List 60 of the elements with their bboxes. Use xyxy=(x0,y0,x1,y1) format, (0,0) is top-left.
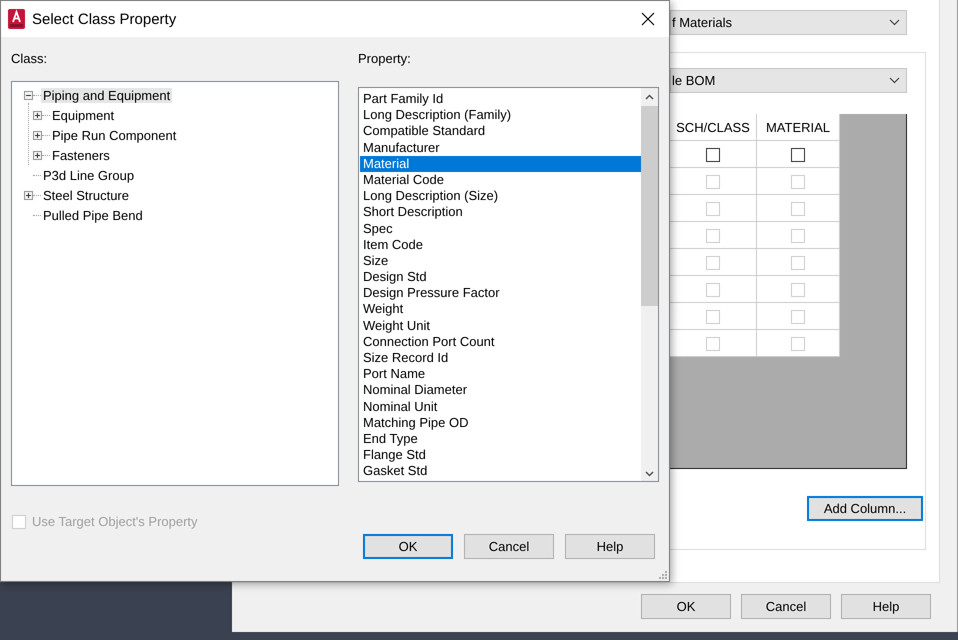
tree-item[interactable]: Fasteners xyxy=(50,148,112,162)
dropdown[interactable]: f Materials xyxy=(670,10,907,35)
list-item[interactable]: Item Code xyxy=(360,236,641,253)
field-label: Class: xyxy=(11,51,48,67)
list-item[interactable]: Compatible Standard xyxy=(360,123,641,140)
list-item[interactable]: Long Description (Family) xyxy=(360,107,641,124)
list-item[interactable]: Flange Std xyxy=(360,447,641,464)
tree-item[interactable]: Piping and Equipment xyxy=(41,88,172,102)
list-item[interactable]: Matching Pipe OD xyxy=(360,414,641,431)
field-label: Property: xyxy=(358,51,412,67)
list-item[interactable]: Port Name xyxy=(360,366,641,382)
list-item[interactable]: Spec xyxy=(360,220,641,237)
list-item[interactable]: Weight Unit xyxy=(360,318,641,334)
list-item[interactable]: Design Std xyxy=(360,269,641,286)
dialog-button[interactable]: Cancel xyxy=(741,594,831,619)
close-icon[interactable] xyxy=(641,12,655,26)
list-item[interactable]: Short Description xyxy=(360,204,641,220)
dialog-button[interactable]: Cancel xyxy=(464,534,554,559)
list-item[interactable]: Material Code xyxy=(360,172,641,188)
list-item[interactable]: Size Record Id xyxy=(360,350,641,366)
expand-icon[interactable] xyxy=(33,150,42,160)
list-item[interactable]: Nominal Unit xyxy=(360,398,641,415)
column-header: MATERIAL xyxy=(756,114,840,140)
collapse-icon[interactable] xyxy=(24,90,33,100)
scrollbar-thumb[interactable] xyxy=(641,106,658,306)
checkbox-label: Use Target Object's Property xyxy=(32,514,198,529)
list-item[interactable]: Weight xyxy=(360,301,641,318)
list-item[interactable]: Size xyxy=(360,252,641,270)
list-item[interactable]: Manufacturer xyxy=(360,140,641,156)
dialog-button[interactable]: OK xyxy=(641,594,731,619)
checkbox[interactable] xyxy=(706,148,720,162)
tree-item[interactable]: Pulled Pipe Bend xyxy=(41,208,145,222)
list-item[interactable]: Nominal Diameter xyxy=(360,382,641,399)
resize-grip-icon[interactable] xyxy=(658,570,667,579)
tree-item[interactable]: Pipe Run Component xyxy=(50,128,178,142)
dialog-button[interactable]: OK xyxy=(363,534,453,559)
expand-icon[interactable] xyxy=(24,190,33,200)
tree-item[interactable]: Steel Structure xyxy=(41,188,131,202)
checkbox[interactable] xyxy=(791,148,805,162)
list-item[interactable]: Gasket Std xyxy=(360,463,641,480)
list-item[interactable]: Connection Port Count xyxy=(360,334,641,350)
list-item[interactable]: Material xyxy=(360,156,641,172)
scroll-up-icon[interactable] xyxy=(645,94,654,100)
list-item[interactable]: Long Description (Size) xyxy=(360,188,641,204)
dialog-button[interactable]: Help xyxy=(841,594,931,619)
expand-icon[interactable] xyxy=(33,130,42,140)
chevron-down-icon xyxy=(889,19,900,26)
dialog-button[interactable]: Help xyxy=(565,534,655,559)
dropdown[interactable]: le BOM xyxy=(670,68,907,93)
tree-item[interactable]: Equipment xyxy=(50,108,116,122)
chevron-down-icon xyxy=(889,77,900,84)
scroll-down-icon[interactable] xyxy=(645,471,654,477)
window-title: Select Class Property xyxy=(32,10,176,28)
list-item[interactable]: Part Family Id xyxy=(360,91,641,108)
app-logo-icon xyxy=(8,9,25,29)
tree-item[interactable]: P3d Line Group xyxy=(41,168,136,182)
list-item[interactable]: Design Pressure Factor xyxy=(360,285,641,302)
add-column-button[interactable]: Add Column... xyxy=(807,496,923,521)
list-item[interactable]: End Type xyxy=(360,430,641,448)
expand-icon[interactable] xyxy=(33,110,42,120)
